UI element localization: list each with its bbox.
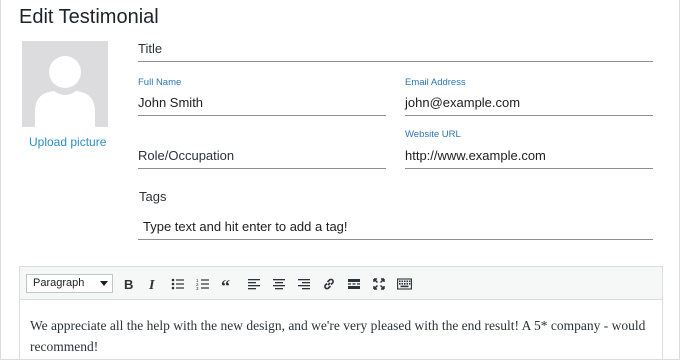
read-more-icon[interactable] bbox=[345, 275, 363, 293]
upload-picture-link[interactable]: Upload picture bbox=[29, 135, 106, 149]
title-field[interactable]: Title bbox=[138, 36, 653, 62]
editor-toolbar: Paragraph B I 123 “ bbox=[20, 267, 662, 300]
align-right-icon[interactable] bbox=[295, 275, 313, 293]
page-title: Edit Testimonial bbox=[19, 6, 159, 28]
full-name-label: Full Name bbox=[138, 77, 182, 88]
link-icon[interactable] bbox=[320, 275, 338, 293]
role-occupation-field[interactable]: Role/Occupation bbox=[138, 129, 386, 169]
tags-input[interactable]: Type text and hit enter to add a tag! bbox=[138, 210, 653, 240]
svg-text:B: B bbox=[124, 277, 133, 291]
role-occupation-placeholder: Role/Occupation bbox=[138, 148, 235, 163]
align-center-icon[interactable] bbox=[270, 275, 288, 293]
svg-text:I: I bbox=[148, 278, 155, 291]
numbered-list-icon[interactable]: 123 bbox=[194, 275, 212, 293]
avatar-placeholder[interactable] bbox=[22, 41, 108, 127]
user-silhouette-icon bbox=[35, 56, 95, 127]
full-name-value: John Smith bbox=[138, 95, 204, 110]
editor-content[interactable]: We appreciate all the help with the new … bbox=[30, 315, 660, 357]
content-editor: Paragraph B I 123 “ We appreciate all th… bbox=[19, 266, 663, 360]
fullscreen-icon[interactable] bbox=[370, 275, 388, 293]
chevron-down-icon bbox=[100, 281, 108, 286]
title-placeholder: Title bbox=[138, 41, 163, 56]
email-value: john@example.com bbox=[405, 95, 521, 110]
svg-text:“: “ bbox=[221, 277, 230, 291]
blockquote-icon[interactable]: “ bbox=[219, 275, 237, 293]
tags-placeholder: Type text and hit enter to add a tag! bbox=[143, 219, 348, 234]
bullet-list-icon[interactable] bbox=[169, 275, 187, 293]
website-url-label: Website URL bbox=[405, 129, 461, 140]
email-field[interactable]: Email Address john@example.com bbox=[405, 77, 653, 116]
bold-icon[interactable]: B bbox=[119, 275, 137, 293]
format-select[interactable]: Paragraph bbox=[26, 274, 113, 293]
email-label: Email Address bbox=[405, 77, 466, 88]
full-name-field[interactable]: Full Name John Smith bbox=[138, 77, 386, 116]
edit-testimonial-panel: Edit Testimonial Upload picture Title Fu… bbox=[0, 0, 680, 360]
italic-icon[interactable]: I bbox=[144, 275, 162, 293]
format-select-value: Paragraph bbox=[33, 277, 85, 289]
svg-text:3: 3 bbox=[196, 286, 199, 291]
tags-label: Tags bbox=[139, 189, 167, 204]
align-left-icon[interactable] bbox=[245, 275, 263, 293]
toolbar-toggle-icon[interactable] bbox=[395, 275, 413, 293]
website-url-value: http://www.example.com bbox=[405, 148, 546, 163]
website-url-field[interactable]: Website URL http://www.example.com bbox=[405, 129, 653, 169]
